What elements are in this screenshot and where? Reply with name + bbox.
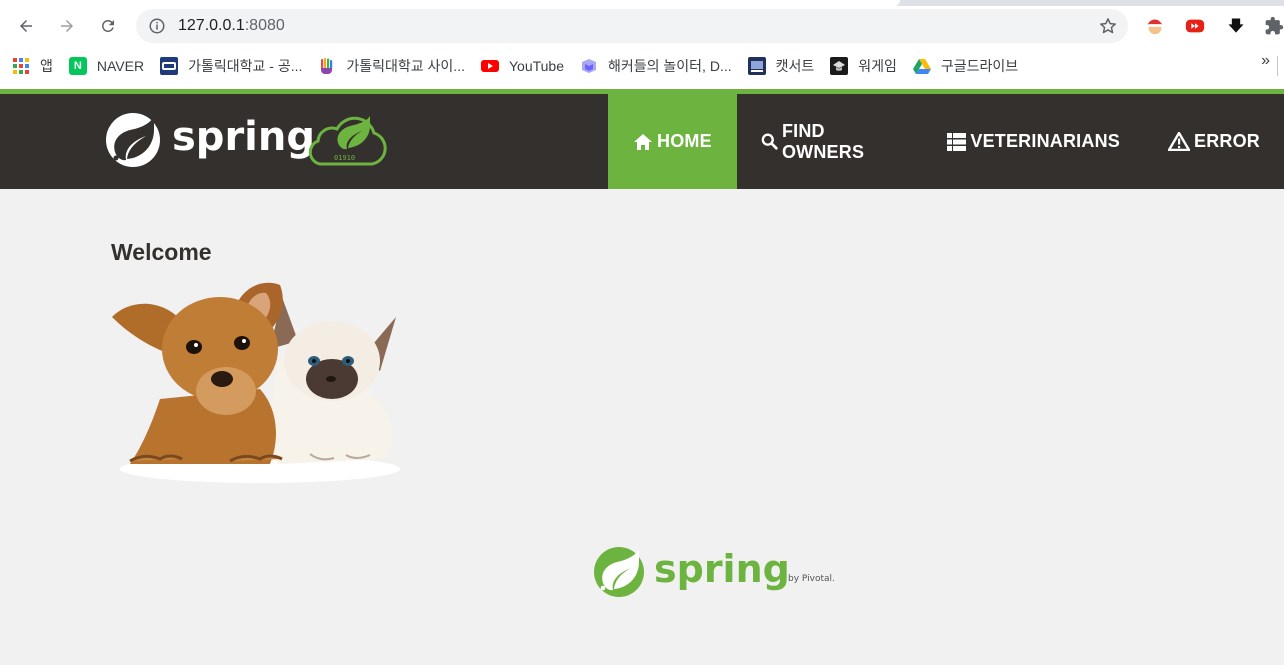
youtube-icon xyxy=(480,57,499,75)
bookmark-label: 워게임 xyxy=(858,58,897,74)
footer-byline: by Pivotal. xyxy=(788,574,835,584)
bookmark-label: 가톨릭대학교 - 공... xyxy=(188,58,303,74)
youtube-extension-icon[interactable] xyxy=(1183,14,1207,38)
nav-veterinarians[interactable]: VETERINARIANS xyxy=(923,94,1144,189)
bookmarks-divider xyxy=(1277,56,1278,76)
nav-error[interactable]: ERROR xyxy=(1144,94,1284,189)
bookmark-label: 캣서트 xyxy=(775,58,815,74)
page: spring 01910 HOME FIND OWNERS VETERINARI… xyxy=(0,89,1284,665)
bookmark-label: NAVER xyxy=(96,58,145,74)
nav-home-label: HOME xyxy=(657,131,712,151)
bookmark-naver[interactable]: N NAVER xyxy=(61,52,152,80)
google-drive-icon xyxy=(912,57,931,75)
nav-find-owners[interactable]: FIND OWNERS xyxy=(737,94,924,189)
bookmark-google-drive[interactable]: 구글드라이브 xyxy=(905,52,1026,80)
download-extension-icon[interactable] xyxy=(1224,14,1248,38)
dog-figure xyxy=(112,282,283,464)
nav-home[interactable]: HOME xyxy=(608,94,737,189)
bookmark-label: YouTube xyxy=(508,58,564,74)
hand-logo-icon xyxy=(318,57,336,75)
forward-button[interactable] xyxy=(53,12,81,40)
wargame-icon xyxy=(830,57,849,75)
navbar: spring 01910 HOME FIND OWNERS VETERINARI… xyxy=(0,89,1284,189)
catholic-univ-icon xyxy=(160,57,179,75)
page-title: Welcome xyxy=(111,239,212,265)
footer-wordmark: spring xyxy=(654,547,790,591)
reload-icon xyxy=(101,19,114,32)
bookmark-label: 가톨릭대학교 사이... xyxy=(346,58,465,74)
santa-extension-icon[interactable] xyxy=(1143,14,1167,38)
arrow-right-icon xyxy=(61,20,73,32)
spring-brand-logo[interactable]: spring 01910 xyxy=(104,108,394,170)
naver-icon: N xyxy=(68,57,87,75)
home-icon xyxy=(634,133,652,150)
url-text[interactable]: 127.0.0.1:8080 xyxy=(178,17,285,35)
nav-error-label: ERROR xyxy=(1193,131,1260,151)
address-bar[interactable]: 127.0.0.1:8080 xyxy=(136,9,1128,43)
warning-icon xyxy=(1167,132,1190,151)
browser-chrome: 127.0.0.1:8080 앱 N NAVER 가톨릭대학교 - 공... 가… xyxy=(0,0,1284,89)
bookmark-label: 구글드라이브 xyxy=(940,58,1019,74)
brand-wordmark: spring xyxy=(172,114,315,160)
list-icon xyxy=(947,132,967,151)
bookmark-youtube[interactable]: YouTube xyxy=(473,52,572,80)
arrow-left-icon xyxy=(20,20,32,32)
spring-leaf-icon xyxy=(106,113,160,167)
bookmarks-bar: 앱 N NAVER 가톨릭대학교 - 공... 가톨릭대학교 사이... You… xyxy=(0,50,1284,82)
nav-find-owners-label: FIND OWNERS xyxy=(781,120,865,162)
bookmark-catholic-univ-1[interactable]: 가톨릭대학교 - 공... xyxy=(152,52,310,80)
browser-toolbar: 127.0.0.1:8080 xyxy=(0,6,1284,46)
bookmark-wargame[interactable]: 워게임 xyxy=(822,52,905,80)
bookmarks-overflow-button[interactable]: » xyxy=(1261,52,1270,70)
bookmark-catholic-univ-2[interactable]: 가톨릭대학교 사이... xyxy=(310,52,473,80)
nav-veterinarians-label: VETERINARIANS xyxy=(970,131,1120,151)
reload-button[interactable] xyxy=(94,12,122,40)
bookmark-dreamhack[interactable]: 해커들의 놀이터, D... xyxy=(572,52,740,80)
url-port: :8080 xyxy=(244,17,285,34)
bookmark-label: 해커들의 놀이터, D... xyxy=(608,58,732,74)
apps-grid-icon xyxy=(12,57,30,75)
bookmark-star-icon[interactable] xyxy=(1098,16,1118,36)
svg-text:01910: 01910 xyxy=(334,154,355,162)
back-button[interactable] xyxy=(12,12,40,40)
spring-leaf-icon xyxy=(594,547,644,597)
info-icon[interactable] xyxy=(148,17,166,35)
dreamhack-icon xyxy=(580,57,598,75)
bookmark-catcert[interactable]: 캣서트 xyxy=(740,52,823,80)
url-host: 127.0.0.1 xyxy=(178,17,245,34)
extensions-puzzle-icon[interactable] xyxy=(1262,14,1284,38)
bookmark-apps[interactable]: 앱 xyxy=(0,52,61,80)
spring-footer-logo: spring by Pivotal. xyxy=(594,547,835,597)
bookmark-label: 앱 xyxy=(40,58,53,74)
cat-figure xyxy=(270,297,396,464)
main-menu: HOME FIND OWNERS VETERINARIANS ERROR xyxy=(608,94,1284,189)
search-icon xyxy=(761,133,778,150)
catcert-icon xyxy=(747,57,766,75)
pets-image xyxy=(112,282,400,483)
cloud-leaf-icon: 01910 xyxy=(308,116,387,166)
